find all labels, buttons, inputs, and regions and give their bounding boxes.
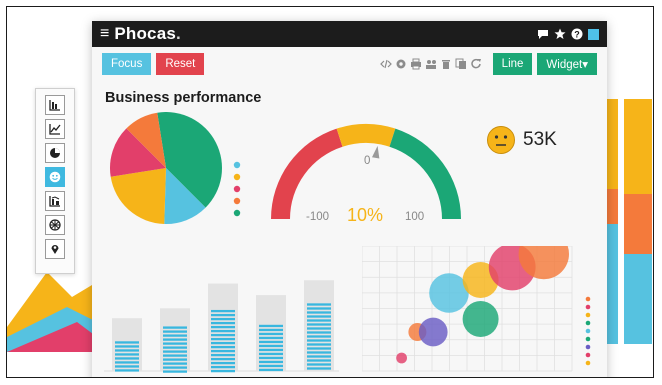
screenshot-frame: ≡ Phocas. ? Focus Reset Line Widget▾ Bus… [6, 6, 654, 378]
tool-icons [379, 58, 482, 70]
titlebar-icons: ? [537, 28, 599, 40]
sidebar-item-line-chart[interactable] [45, 119, 65, 139]
bubble-legend-dot-5 [585, 328, 591, 334]
users-icon[interactable] [425, 58, 437, 70]
widget-dropdown-button[interactable]: Widget▾ [537, 52, 597, 75]
pie-legend [233, 161, 241, 217]
bubble-3[interactable] [418, 317, 448, 347]
sidebar-item-bar-chart[interactable] [45, 95, 65, 115]
hamburger-menu-icon[interactable]: ≡ [100, 26, 109, 42]
dashboard-title: Business performance [105, 90, 262, 106]
legend-dot-5 [233, 209, 241, 217]
settings-icon[interactable] [395, 58, 407, 70]
sidebar-item-globe[interactable] [45, 215, 65, 235]
gauge-min-label: -100 [306, 211, 330, 223]
chart-type-sidebar [35, 88, 75, 274]
bubble-legend-dot-7 [585, 344, 591, 350]
bubble-1[interactable] [396, 352, 407, 364]
bubble-legend-dot-6 [585, 336, 591, 342]
gauge-segment-low [271, 128, 343, 219]
bubble-chart[interactable] [362, 246, 597, 378]
pie-chart[interactable] [108, 112, 238, 232]
bubble-5[interactable] [462, 301, 499, 337]
gauge-percent-label: 10% [347, 205, 384, 225]
account-square-icon[interactable] [588, 28, 599, 40]
star-icon[interactable] [554, 28, 566, 40]
focus-button[interactable]: Focus [102, 52, 152, 75]
legend-dot-1 [233, 161, 241, 169]
svg-text:?: ? [574, 30, 580, 40]
sidebar-item-map-pin[interactable] [45, 239, 65, 259]
pie-slice-3[interactable] [110, 168, 166, 224]
reset-button[interactable]: Reset [156, 52, 205, 75]
bubble-legend-dot-3 [585, 312, 591, 318]
line-button[interactable]: Line [492, 52, 533, 75]
title-bar: ≡ Phocas. ? [92, 21, 607, 47]
refresh-icon[interactable] [470, 58, 482, 70]
gauge-needle [372, 145, 380, 159]
bar-chart[interactable] [104, 246, 344, 376]
brand-logo: Phocas. [114, 24, 181, 43]
legend-dot-4 [233, 197, 241, 205]
gauge-max-label: 100 [405, 211, 425, 223]
gauge-segment-high [389, 128, 461, 219]
print-icon[interactable] [410, 58, 422, 70]
neutral-face-icon [487, 126, 515, 154]
bubble-legend-dot-8 [585, 352, 591, 358]
sidebar-item-smiley[interactable] [45, 167, 65, 187]
delete-icon[interactable] [440, 58, 452, 70]
toolbar: Focus Reset Line Widget▾ [92, 50, 607, 77]
sidebar-item-pie-chart[interactable] [45, 143, 65, 163]
gauge-zero-label: 0 [364, 155, 371, 167]
legend-dot-2 [233, 173, 241, 181]
bubble-legend-dot-2 [585, 304, 591, 310]
legend-dot-3 [233, 185, 241, 193]
kpi-widget[interactable]: 53K [486, 125, 557, 155]
bar-5[interactable] [307, 303, 331, 370]
dashboard-window: ≡ Phocas. ? Focus Reset Line Widget▾ Bus… [92, 21, 607, 378]
code-icon[interactable] [379, 58, 392, 70]
copy-icon[interactable] [455, 58, 467, 70]
combo-chart-icon [49, 196, 60, 207]
bubble-legend-dot-9 [585, 360, 591, 366]
chat-icon[interactable] [537, 28, 549, 40]
smiley-icon [49, 171, 61, 183]
line-chart-icon [49, 124, 61, 135]
bubble-legend-dot-4 [585, 320, 591, 326]
gauge-segment-mid [336, 124, 396, 147]
bubble-legend-dot-1 [585, 296, 591, 302]
map-pin-icon [51, 245, 59, 254]
pie-chart-icon [50, 148, 60, 158]
bar-chart-icon [49, 100, 60, 111]
help-icon[interactable]: ? [571, 28, 583, 40]
globe-icon [49, 219, 61, 231]
kpi-value: 53K [523, 129, 557, 150]
sidebar-item-combo-chart[interactable] [45, 191, 65, 211]
